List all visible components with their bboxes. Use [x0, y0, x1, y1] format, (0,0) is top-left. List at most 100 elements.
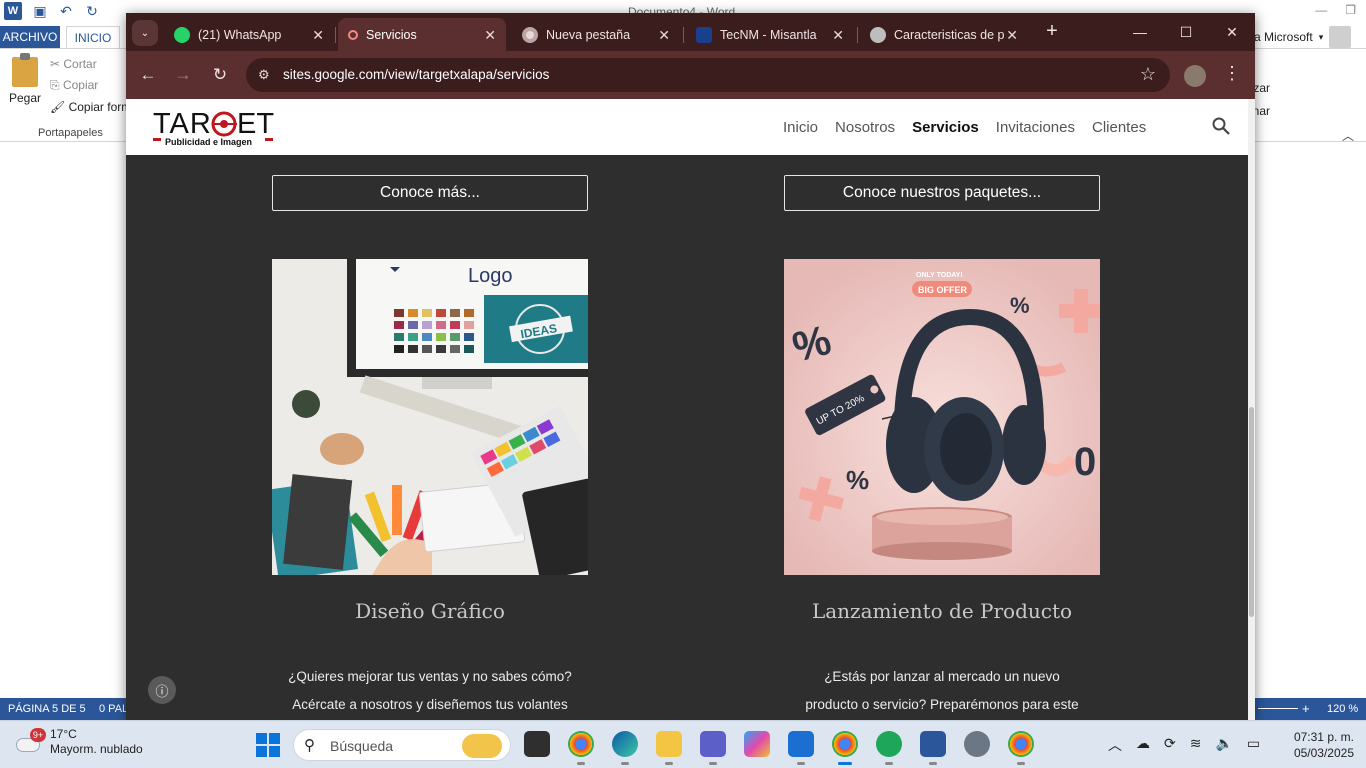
svg-text:%: %	[846, 465, 869, 495]
close-icon[interactable]: ✕	[832, 27, 844, 44]
description-line: ¿Quieres mejorar tus ventas y no sabes c…	[288, 669, 572, 684]
sync-icon[interactable]: ⟳	[1164, 735, 1176, 755]
site-logo[interactable]: TAR ET Publicidad e Imagen	[153, 107, 274, 147]
nav-clientes[interactable]: Clientes	[1092, 119, 1146, 136]
target-logo-icon: TAR ET Publicidad e Imagen	[153, 108, 274, 147]
conoce-paquetes-button[interactable]: Conoce nuestros paquetes...	[784, 175, 1100, 211]
task-view-icon[interactable]	[524, 731, 550, 757]
heading-lanzamiento-producto: Lanzamiento de Producto	[811, 599, 1073, 623]
profile-avatar[interactable]	[1184, 65, 1206, 87]
collapse-ribbon-icon[interactable]: ︿	[1342, 127, 1354, 144]
copilot-icon[interactable]	[744, 731, 770, 757]
file-explorer-icon[interactable]	[656, 731, 682, 765]
clock[interactable]: 07:31 p. m. 05/03/2025	[1292, 729, 1354, 761]
tab-strip: ⌄ (21) WhatsApp ✕ Servicios ✕ Nueva pest…	[126, 13, 1255, 51]
chrome-profile-2-icon[interactable]	[1008, 731, 1034, 765]
undo-icon[interactable]: ↶	[58, 3, 74, 19]
paste-button[interactable]: Pegar	[8, 53, 42, 105]
weather-widget[interactable]: 9+ 17°C Mayorm. nublado	[14, 727, 143, 757]
search-placeholder: Búsqueda	[330, 738, 394, 754]
tab-nueva-pestana[interactable]: Nueva pestaña ✕	[512, 18, 680, 51]
app-icon[interactable]	[788, 731, 814, 765]
teams-icon[interactable]	[700, 731, 726, 765]
page-count[interactable]: PÁGINA 5 DE 5	[8, 703, 86, 715]
nav-inicio[interactable]: Inicio	[783, 119, 818, 136]
save-icon[interactable]: ▣	[32, 3, 48, 19]
restore-icon[interactable]: ❐	[1345, 3, 1356, 17]
word-icon[interactable]	[920, 731, 946, 765]
new-tab-button[interactable]: +	[1041, 21, 1063, 43]
taskbar-search[interactable]: ⚲ Búsqueda	[293, 729, 511, 761]
tab-tecnm[interactable]: TecNM - Misantla ✕	[686, 18, 854, 51]
weather-icon: 9+	[14, 728, 46, 756]
tab-whatsapp[interactable]: (21) WhatsApp ✕	[164, 18, 334, 51]
close-icon[interactable]: ✕	[484, 27, 496, 44]
search-icon[interactable]	[1212, 117, 1230, 135]
word-count[interactable]: 0 PAL	[99, 703, 128, 715]
minimize-icon[interactable]: —	[1315, 3, 1327, 17]
menu-icon[interactable]: ⋮	[1222, 63, 1242, 87]
close-window-icon[interactable]: ✕	[1209, 13, 1255, 51]
close-icon[interactable]: ✕	[312, 27, 324, 44]
back-icon[interactable]: ←	[136, 63, 160, 87]
cut-button[interactable]: ✂ Cortar	[50, 57, 131, 71]
cut-label: Cortar	[63, 57, 97, 71]
nav-invitaciones[interactable]: Invitaciones	[996, 119, 1075, 136]
svg-text:%: %	[1010, 293, 1030, 318]
conoce-mas-button[interactable]: Conoce más...	[272, 175, 588, 211]
wifi-icon[interactable]: ≋	[1190, 735, 1202, 755]
chrome-icon[interactable]	[832, 731, 858, 765]
nav-servicios[interactable]: Servicios	[912, 119, 979, 136]
forward-icon[interactable]: →	[171, 63, 195, 87]
close-icon[interactable]: ✕	[1006, 27, 1018, 44]
atom-app-icon[interactable]	[876, 731, 902, 765]
redo-icon[interactable]: ↻	[84, 3, 100, 19]
onedrive-icon[interactable]: ☁	[1136, 735, 1150, 755]
volume-icon[interactable]: 🔈	[1215, 735, 1232, 755]
zoom-level[interactable]: 120 %	[1327, 703, 1358, 715]
word-logo-icon: W	[4, 2, 22, 20]
zoom-in-icon[interactable]: +	[1302, 701, 1310, 716]
nav-nosotros[interactable]: Nosotros	[835, 119, 895, 136]
svg-text:0: 0	[1074, 440, 1096, 484]
graphic-design-image: Logo IDEAS	[272, 259, 588, 575]
format-painter-button[interactable]: 🖌 Copiar form	[50, 100, 131, 114]
bookmark-star-icon[interactable]: ☆	[1140, 64, 1156, 85]
reload-icon[interactable]: ↻	[208, 63, 232, 87]
chrome-window: ⌄ (21) WhatsApp ✕ Servicios ✕ Nueva pest…	[126, 13, 1255, 720]
tab-inicio[interactable]: INICIO	[66, 26, 120, 50]
close-icon[interactable]: ✕	[658, 27, 670, 44]
start-button[interactable]	[256, 733, 280, 757]
edge-icon[interactable]	[612, 731, 638, 765]
maximize-icon[interactable]: ☐	[1163, 13, 1209, 51]
chevron-up-icon[interactable]: ︿	[1108, 735, 1122, 755]
chrome-profile-icon[interactable]	[568, 731, 594, 765]
address-bar[interactable]: ⚙ sites.google.com/view/targetxalapa/ser…	[246, 58, 1170, 92]
settings-icon[interactable]	[964, 731, 990, 757]
ribbon-right-command-2[interactable]: nar	[1253, 104, 1270, 118]
tab-search-button[interactable]: ⌄	[132, 20, 158, 46]
tab-archivo[interactable]: ARCHIVO	[0, 26, 60, 48]
copy-button[interactable]: ⎘ Copiar	[50, 78, 131, 93]
tab-title: Servicios	[366, 27, 417, 42]
minimize-icon[interactable]: —	[1117, 13, 1163, 51]
chrome-toolbar: ← → ↻ ⚙ sites.google.com/view/targetxala…	[126, 51, 1255, 99]
url-text[interactable]: sites.google.com/view/targetxalapa/servi…	[283, 67, 549, 82]
site-info-icon[interactable]: ⚙	[258, 67, 274, 83]
description-line: producto o servicio? Preparémonos para e…	[805, 697, 1079, 712]
google-sites-icon	[348, 29, 358, 40]
ribbon-right-command-1[interactable]: zar	[1253, 81, 1270, 95]
word-user[interactable]: a Microsoft ▾	[1254, 26, 1352, 48]
battery-icon[interactable]: ▭	[1247, 735, 1260, 755]
chrome-window-controls: — ☐ ✕	[1117, 13, 1255, 51]
paste-label: Pegar	[8, 91, 42, 105]
description-line: Acércate a nosotros y diseñemos tus vola…	[292, 697, 568, 712]
clipboard-group-label: Portapapeles	[38, 127, 103, 139]
tab-title: (21) WhatsApp	[198, 27, 282, 42]
info-icon[interactable]: ⓘ	[148, 676, 176, 704]
tab-servicios[interactable]: Servicios ✕	[338, 18, 506, 51]
tab-caracteristicas[interactable]: Caracteristicas de p ✕	[860, 18, 1028, 51]
tab-title: Nueva pestaña	[546, 27, 631, 42]
zoom-slider[interactable]	[1258, 708, 1298, 709]
scrollbar-thumb[interactable]	[1249, 407, 1254, 617]
